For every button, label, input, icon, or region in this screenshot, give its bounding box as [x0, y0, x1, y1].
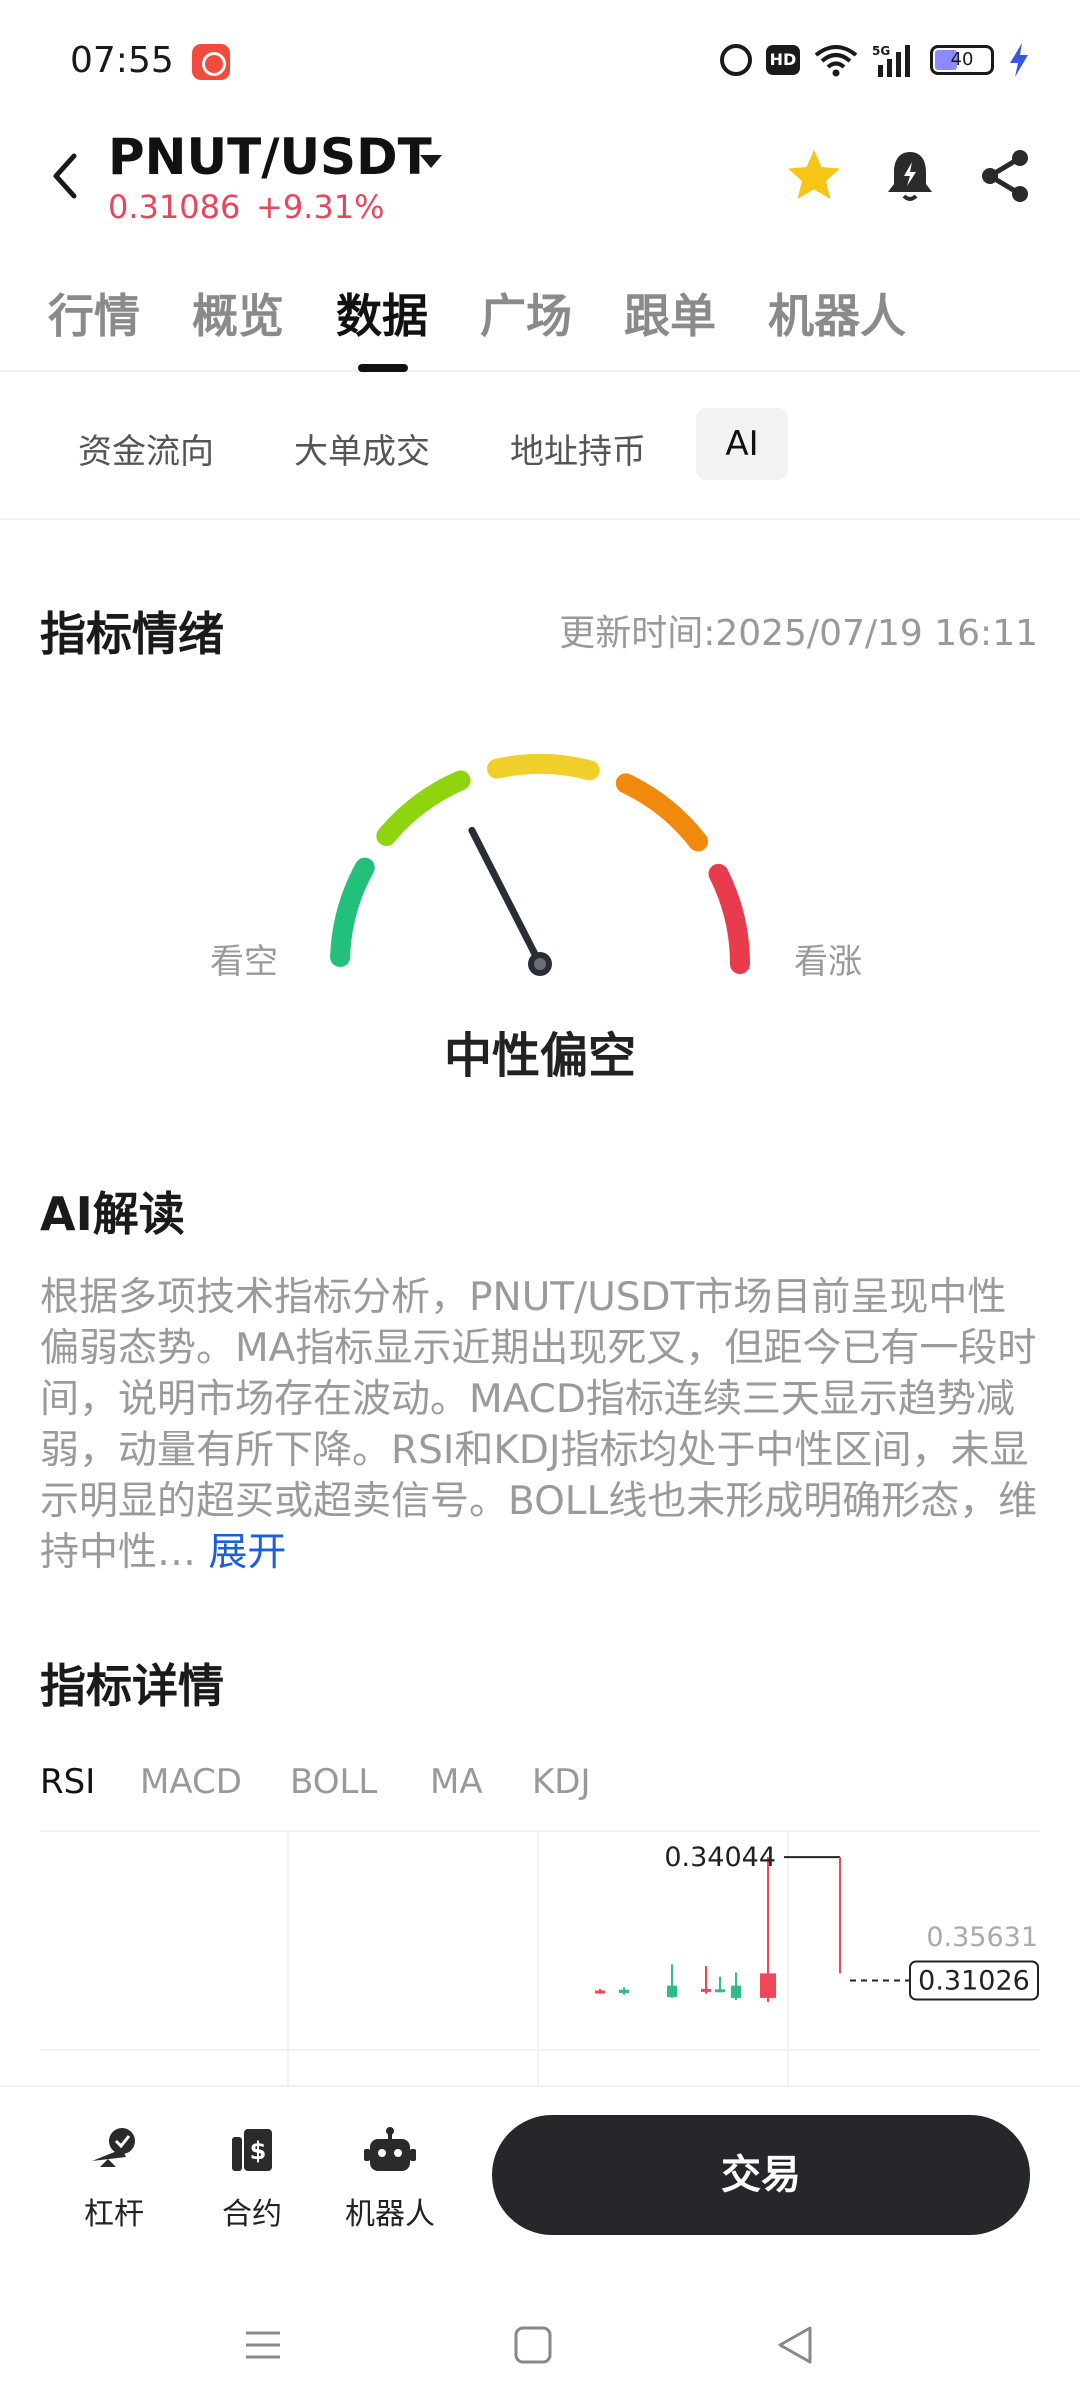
robot-icon [364, 2127, 416, 2171]
system-nav [0, 2290, 1080, 2400]
ind-tab-kdj[interactable]: KDJ [532, 1762, 591, 1802]
header: PNUT/USDT 0.31086 +9.31% [0, 120, 1080, 250]
ind-tab-macd[interactable]: MACD [140, 1762, 242, 1802]
svg-text:$: $ [250, 2137, 267, 2165]
subtab-address-holdings[interactable]: 地址持币 [510, 424, 646, 473]
candle-body [760, 1973, 776, 1998]
tab-square[interactable]: 广场 [480, 280, 572, 346]
status-bar: 07:55 HD 5G 40 [0, 0, 1080, 120]
gauge-segment [708, 863, 750, 974]
tab-robot[interactable]: 机器人 [768, 280, 906, 346]
gauge-segment [615, 773, 709, 852]
gauge-bull-label: 看涨 [794, 942, 862, 982]
gauge-segment [330, 857, 375, 968]
candles [595, 1857, 776, 2002]
tab-market[interactable]: 行情 [48, 280, 140, 346]
sentiment-result: 中性偏空 [443, 1028, 636, 1084]
trade-button[interactable]: 交易 [492, 2115, 1030, 2235]
subtab-fund-flow[interactable]: 资金流向 [78, 424, 214, 473]
hd-icon: HD [766, 45, 800, 75]
ind-tab-ma[interactable]: MA [430, 1762, 483, 1802]
gauge-needle [468, 826, 544, 968]
candle-body [731, 1985, 741, 1998]
contract-label: 合约 [222, 2197, 282, 2232]
robot-button[interactable]: 机器人 [330, 2123, 450, 2233]
ind-tab-boll[interactable]: BOLL [290, 1762, 377, 1802]
robot-label: 机器人 [345, 2197, 435, 2232]
caret-down-icon[interactable] [416, 146, 446, 176]
candle-body [701, 1988, 711, 1992]
active-tab-indicator [358, 364, 408, 372]
tab-copy-trade[interactable]: 跟单 [624, 280, 716, 346]
bell-icon[interactable] [880, 146, 940, 206]
sub-tabs: 资金流向 大单成交 地址持币 AI [0, 408, 1080, 520]
ai-analysis-text: 根据多项技术指标分析，PNUT/USDT市场目前呈现中性偏弱态势。MA指标显示近… [40, 1272, 1044, 1578]
charging-icon [1010, 43, 1028, 77]
pair-title[interactable]: PNUT/USDT [108, 128, 432, 186]
update-time: 更新时间:2025/07/19 16:11 [559, 613, 1038, 654]
tab-data[interactable]: 数据 [336, 280, 428, 346]
gauge-segment [376, 770, 471, 846]
gauge-segment [487, 754, 600, 781]
battery-level: 40 [950, 49, 974, 70]
high-marker: 0.34044 [664, 1842, 841, 1974]
status-icons: HD 5G 40 [720, 40, 1030, 80]
network-label: 5G [872, 44, 890, 58]
price-chart[interactable]: 0.35631 0.34044 0.31026 [40, 1830, 1040, 2085]
candle-body [715, 1989, 725, 1993]
sentiment-gauge [330, 754, 750, 976]
ind-tab-rsi[interactable]: RSI [40, 1762, 95, 1802]
subtab-ai[interactable]: AI [696, 408, 788, 480]
current-price-marker: 0.31026 [850, 1960, 1039, 2001]
battery-icon: 40 [930, 45, 994, 75]
app-icon [192, 44, 230, 80]
pair-price: 0.31086 [108, 188, 241, 226]
candle-body [667, 1985, 677, 1998]
back-icon[interactable] [44, 150, 88, 202]
leverage-label: 杠杆 [84, 2197, 144, 2232]
subtab-large-trades[interactable]: 大单成交 [294, 424, 430, 473]
share-icon[interactable] [976, 146, 1036, 206]
contract-button[interactable]: $ 合约 [192, 2123, 312, 2233]
menu-icon[interactable] [238, 2320, 288, 2370]
gauge-bear-label: 看空 [210, 942, 278, 982]
current-price-label: 0.31026 [918, 1965, 1030, 1996]
pair-change: +9.31% [256, 188, 385, 226]
contract-icon: $ [232, 2129, 272, 2171]
main-tabs: 行情 概览 数据 广场 跟单 机器人 [0, 280, 1080, 372]
leverage-button[interactable]: 杠杆 [54, 2123, 174, 2233]
y-axis-top-label: 0.35631 [926, 1922, 1038, 1953]
home-icon[interactable] [508, 2320, 558, 2370]
bottom-bar: 杠杆 $ 合约 机器人 交易 [0, 2085, 1080, 2290]
indicator-details-title: 指标详情 [40, 1659, 224, 1713]
tab-overview[interactable]: 概览 [192, 280, 284, 346]
sentiment-title: 指标情绪 [40, 607, 224, 661]
wifi-icon [814, 45, 858, 77]
ai-analysis-body: 根据多项技术指标分析，PNUT/USDT市场目前呈现中性偏弱态势。MA指标显示近… [40, 1275, 1038, 1575]
alarm-icon [720, 44, 752, 76]
gauge-segments [330, 754, 750, 974]
candle-body [595, 1990, 605, 1994]
ai-analysis-title: AI解读 [40, 1187, 185, 1241]
signal-icon: 5G [872, 44, 910, 77]
status-time: 07:55 [70, 40, 174, 81]
star-icon[interactable] [784, 146, 844, 206]
leverage-icon [92, 2128, 135, 2167]
high-marker-label: 0.34044 [664, 1842, 776, 1873]
back-triangle-icon[interactable] [770, 2320, 820, 2370]
expand-link[interactable]: 展开 [208, 1530, 286, 1575]
chart-svg: 0.35631 0.34044 0.31026 [40, 1832, 1040, 2085]
candle-body [619, 1989, 629, 1993]
